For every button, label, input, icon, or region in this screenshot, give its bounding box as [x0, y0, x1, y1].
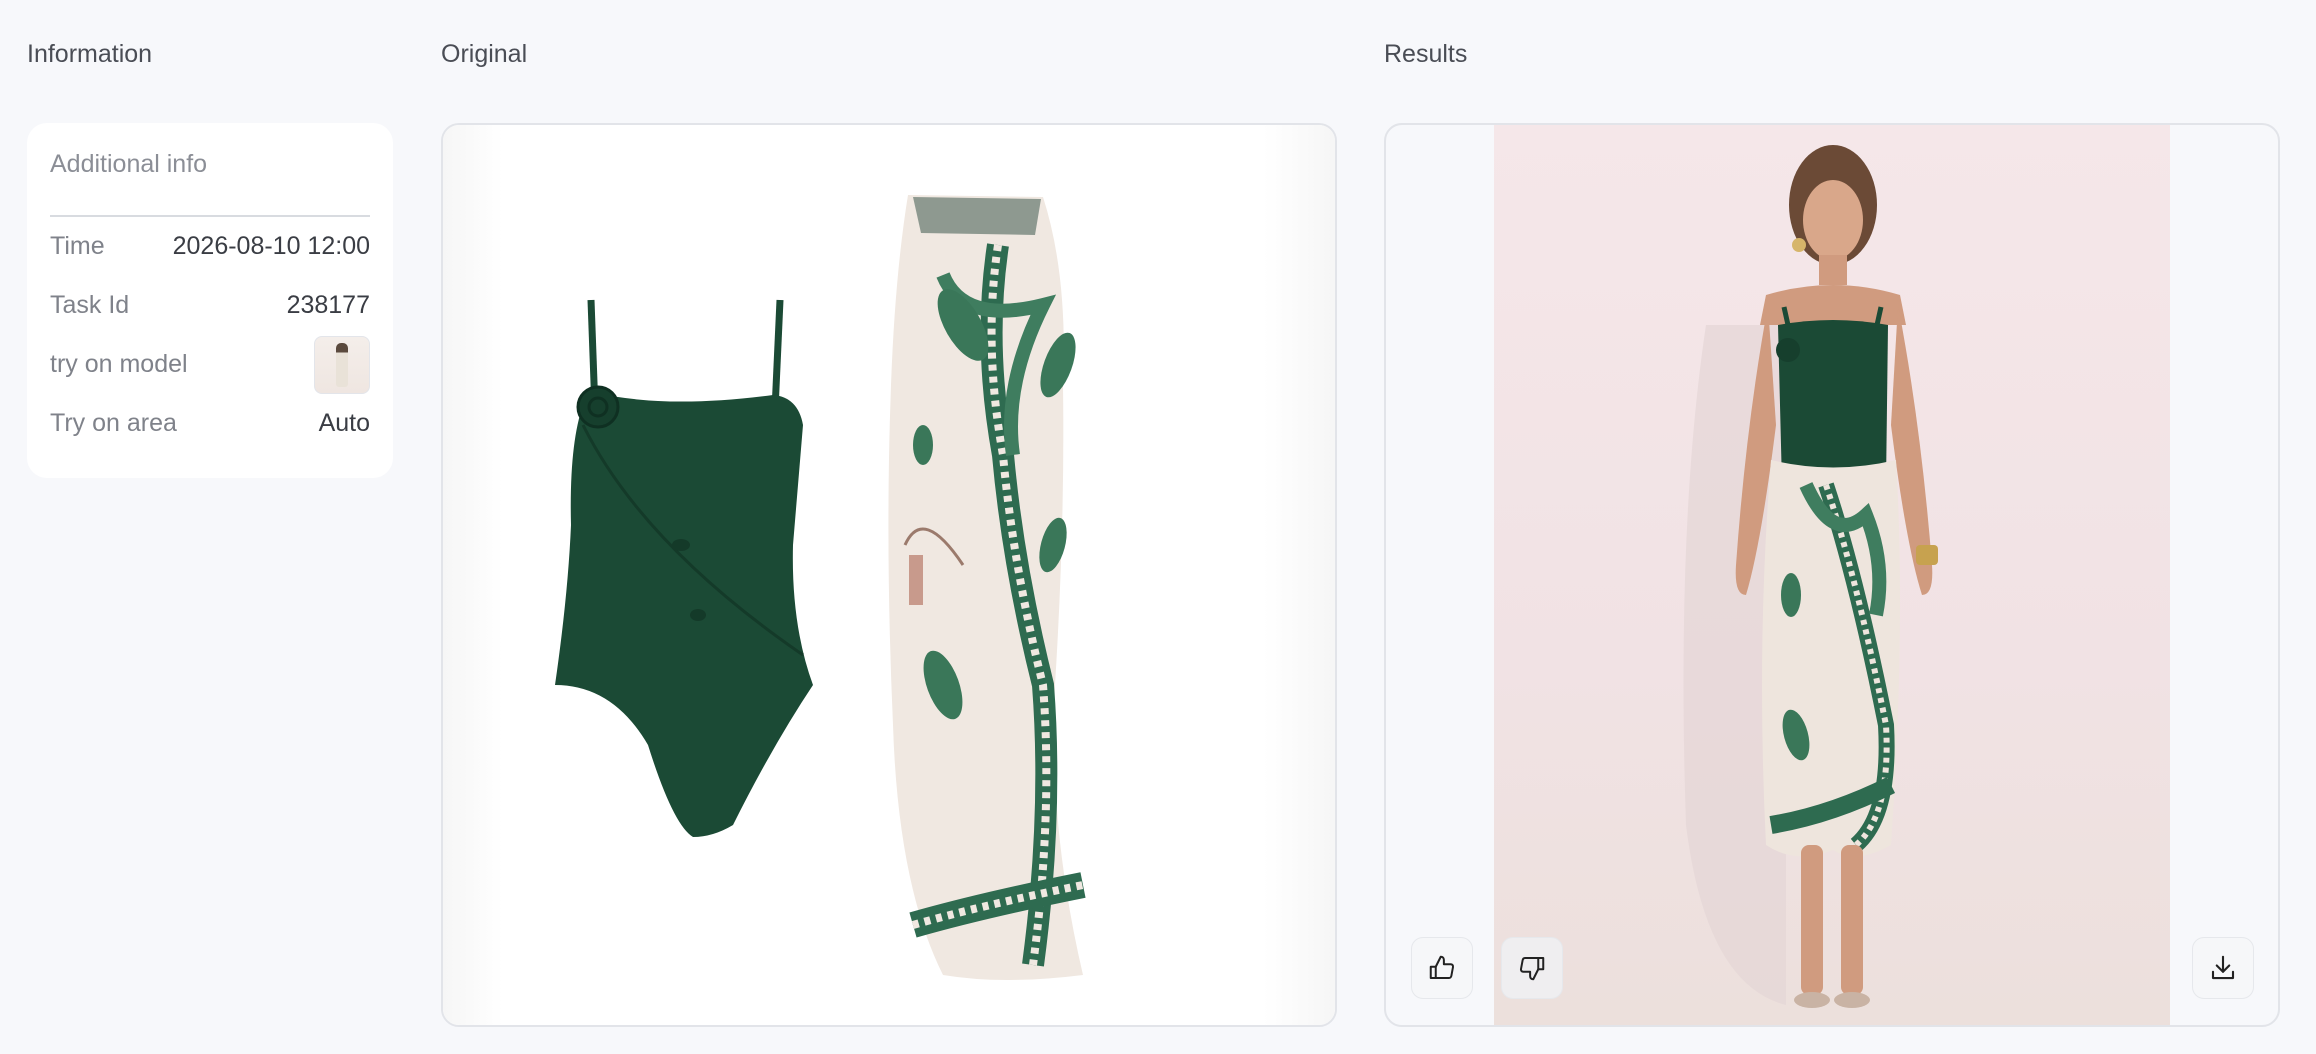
download-button[interactable]: [2192, 937, 2254, 999]
original-garment-image: [555, 195, 1086, 980]
additional-info-card: Additional info Time 2026-08-10 12:00 Ta…: [27, 123, 393, 478]
additional-info-title: Additional info: [50, 123, 370, 217]
time-label: Time: [50, 232, 105, 260]
task-id-row: Task Id 238177: [50, 276, 370, 335]
try-on-area-value: Auto: [318, 409, 370, 437]
try-on-area-label: Try on area: [50, 409, 177, 437]
try-on-area-row: Try on area Auto: [50, 394, 370, 453]
results-image-panel: [1384, 123, 2280, 1027]
try-on-model-label: try on model: [50, 350, 188, 378]
time-value: 2026-08-10 12:00: [172, 232, 370, 260]
original-image-panel: [441, 123, 1337, 1027]
dislike-button[interactable]: [1501, 937, 1563, 999]
try-on-model-row: try on model: [50, 335, 370, 394]
information-heading: Information: [27, 40, 153, 68]
like-button[interactable]: [1411, 937, 1473, 999]
thumbs-down-icon: [1519, 957, 1545, 981]
task-id-label: Task Id: [50, 291, 130, 319]
download-icon: [2211, 955, 2235, 980]
time-row: Time 2026-08-10 12:00: [50, 217, 370, 276]
try-on-model-thumbnail[interactable]: [314, 335, 370, 394]
task-id-value: 238177: [286, 291, 370, 319]
result-model-image: [1683, 145, 1938, 1008]
results-heading: Results: [1384, 40, 1468, 68]
thumbs-up-icon: [1429, 955, 1455, 979]
original-heading: Original: [441, 40, 528, 68]
